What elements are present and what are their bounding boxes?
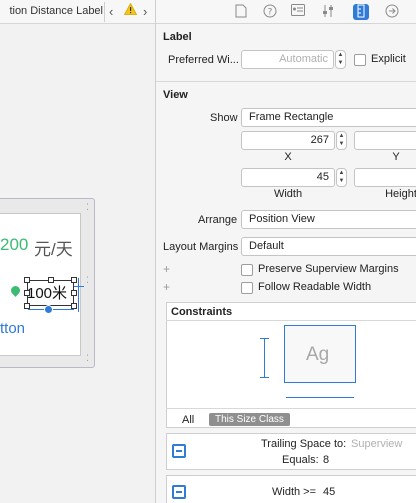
filter-size-class-tab[interactable]: This Size Class	[209, 413, 290, 426]
follow-readable-width-checkbox[interactable]	[241, 282, 253, 294]
utilities-inspector: ? Label Preferred Wi... Automatic ▲ ▼ Exp…	[155, 0, 416, 503]
height-indicator-cap	[260, 377, 269, 378]
preferred-width-field[interactable]: Automatic	[241, 50, 334, 69]
selection-outline	[27, 280, 74, 306]
breadcrumb[interactable]: tion Distance Label	[9, 5, 103, 17]
jump-bar: tion Distance Label ‹ ›	[0, 0, 155, 24]
add-variation-icon[interactable]: +	[163, 280, 170, 294]
x-field[interactable]: 267	[241, 131, 335, 150]
label-section-title: Label	[163, 31, 192, 43]
width-constraint-value: 45	[323, 486, 336, 498]
resize-handle[interactable]	[71, 290, 77, 296]
resize-handle[interactable]	[48, 277, 54, 283]
size-inspector-icon[interactable]	[353, 4, 369, 20]
connections-inspector-icon[interactable]	[384, 4, 400, 20]
filter-all-tab[interactable]: All	[182, 414, 194, 426]
warning-triangle-icon[interactable]	[123, 2, 138, 18]
x-caption: X	[284, 151, 292, 163]
canvas-button[interactable]: tton	[0, 320, 25, 337]
follow-readable-width-label: Follow Readable Width	[258, 281, 372, 293]
storyboard-canvas[interactable]: tion Distance Label ‹ › ⁚ ⁚ ⁚ 200 元/天 10…	[0, 0, 155, 503]
quick-help-icon[interactable]: ?	[262, 4, 278, 20]
trailing-equals-label: Equals:	[282, 454, 319, 466]
resize-handle[interactable]	[71, 277, 77, 283]
width-indicator-line	[286, 397, 354, 398]
preferred-width-label: Preferred Wi...	[168, 54, 239, 66]
trailing-equals-value: 8	[323, 454, 330, 466]
constraints-filter-divider	[166, 408, 416, 409]
arrange-label: Arrange	[198, 214, 238, 226]
layout-margins-label: Layout Margins	[163, 241, 239, 253]
height-field[interactable]	[354, 168, 416, 187]
chevron-left-icon[interactable]: ‹	[109, 4, 113, 19]
constraints-title: Constraints	[171, 306, 233, 318]
price-label[interactable]: 200	[0, 235, 28, 255]
show-label: Show	[210, 112, 238, 124]
price-unit-label[interactable]: 元/天	[34, 235, 73, 260]
constraint-badge-icon[interactable]	[44, 305, 53, 314]
trailing-constraint-name: Trailing Space to:	[261, 438, 347, 450]
inspector-tab-bar: ?	[156, 0, 416, 24]
view-section-title: View	[163, 89, 188, 101]
svg-text:?: ?	[268, 8, 273, 18]
preserve-margins-checkbox[interactable]	[241, 264, 253, 276]
layout-margins-popup[interactable]: Default	[241, 237, 416, 256]
preferred-width-stepper[interactable]: ▲ ▼	[335, 50, 346, 69]
trailing-constraint-icon	[172, 444, 186, 458]
x-stepper[interactable]: ▲ ▼	[336, 131, 347, 150]
jumpbar-divider	[104, 2, 105, 22]
resize-handle[interactable]	[24, 290, 30, 296]
trailing-constraint-target: Superview	[351, 438, 403, 450]
resize-dots-icon: ⁚	[86, 353, 90, 363]
height-indicator-line	[264, 338, 265, 378]
width-caption: Width	[273, 188, 303, 200]
constraints-header-divider	[166, 320, 416, 321]
resize-dots-icon: ⁚	[86, 275, 90, 285]
explicit-label: Explicit	[371, 53, 406, 65]
y-caption: Y	[392, 151, 400, 163]
file-inspector-icon[interactable]	[233, 4, 249, 20]
section-divider	[156, 81, 416, 82]
attributes-inspector-icon[interactable]	[320, 4, 336, 20]
resize-handle[interactable]	[24, 277, 30, 283]
width-constraint-icon	[172, 485, 186, 499]
arrange-popup[interactable]: Position View	[241, 210, 416, 229]
width-field[interactable]: 45	[241, 168, 335, 187]
show-popup[interactable]: Frame Rectangle	[241, 108, 416, 127]
height-indicator-cap	[260, 338, 269, 339]
chevron-right-icon[interactable]: ›	[143, 4, 147, 19]
preserve-margins-label: Preserve Superview Margins	[258, 263, 399, 275]
constraint-preview-text: Ag	[306, 344, 330, 365]
y-field[interactable]	[354, 131, 416, 150]
trailing-constraint-line[interactable]	[74, 286, 84, 287]
width-constraint-name: Width >=	[272, 486, 317, 498]
resize-dots-icon: ⁚	[86, 202, 90, 212]
add-variation-icon[interactable]: +	[163, 262, 170, 276]
identity-inspector-icon[interactable]	[290, 4, 306, 20]
width-stepper[interactable]: ▲ ▼	[336, 168, 347, 187]
constraint-guide-line	[78, 278, 79, 312]
explicit-checkbox[interactable]	[354, 54, 366, 66]
height-caption: Height	[385, 188, 416, 200]
